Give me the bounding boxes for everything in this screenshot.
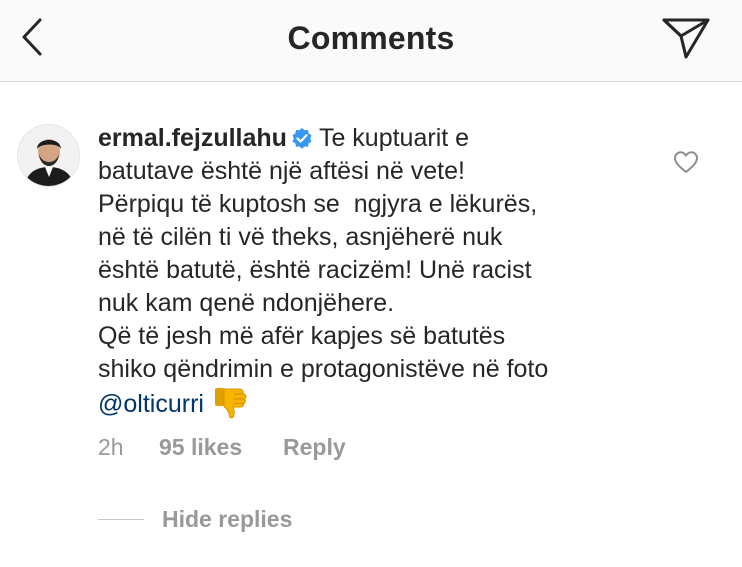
page-title: Comments xyxy=(287,20,455,56)
header-bar: Comments xyxy=(0,0,742,82)
comment-text-line: është batutë, është racizëm! Unë racist xyxy=(98,256,532,284)
comment-text-line: Përpiqu të kuptosh se ngjyra e lëkurës, xyxy=(98,190,538,218)
heart-icon xyxy=(674,151,698,173)
comment-mention-line: @olticurri xyxy=(98,386,658,421)
thumbs-down-emoji-icon xyxy=(214,388,247,419)
comment-timestamp: 2h xyxy=(98,434,124,460)
comment-first-line: ermal.fejzullahu Te kuptuarit e xyxy=(98,122,658,155)
verified-badge-icon xyxy=(292,128,312,149)
comment-meta: 2h 95 likes Reply xyxy=(98,434,346,461)
hide-replies-label: Hide replies xyxy=(162,506,293,532)
comment-text-line: shiko qëndrimin e protagonistëve në foto xyxy=(98,355,549,383)
comment-text-line: në të cilën ti vë theks, asnjëherë nuk xyxy=(98,223,503,251)
hide-replies-button[interactable]: Hide replies xyxy=(98,506,292,533)
like-button[interactable] xyxy=(672,148,700,176)
paper-plane-icon xyxy=(662,18,710,59)
replies-divider-line xyxy=(98,519,144,520)
comment-username[interactable]: ermal.fejzullahu xyxy=(98,124,287,152)
comment-text-line: Që të jesh më afër kapjes së batutës xyxy=(98,322,506,350)
likes-count[interactable]: 95 likes xyxy=(159,434,283,461)
comment-text-line: nuk kam qenë ndonjëhere. xyxy=(98,289,395,317)
comment-text-line: Te kuptuarit e xyxy=(318,124,470,152)
send-button[interactable] xyxy=(656,12,716,64)
profile-photo-icon xyxy=(18,125,79,186)
comment-body: ermal.fejzullahu Te kuptuarit e batutave… xyxy=(98,122,658,421)
comment-text-line: batutave është një aftësi në vete! xyxy=(98,157,465,185)
avatar[interactable] xyxy=(17,124,80,187)
reply-button[interactable]: Reply xyxy=(283,434,346,461)
mention-link[interactable]: @olticurri xyxy=(98,390,204,418)
